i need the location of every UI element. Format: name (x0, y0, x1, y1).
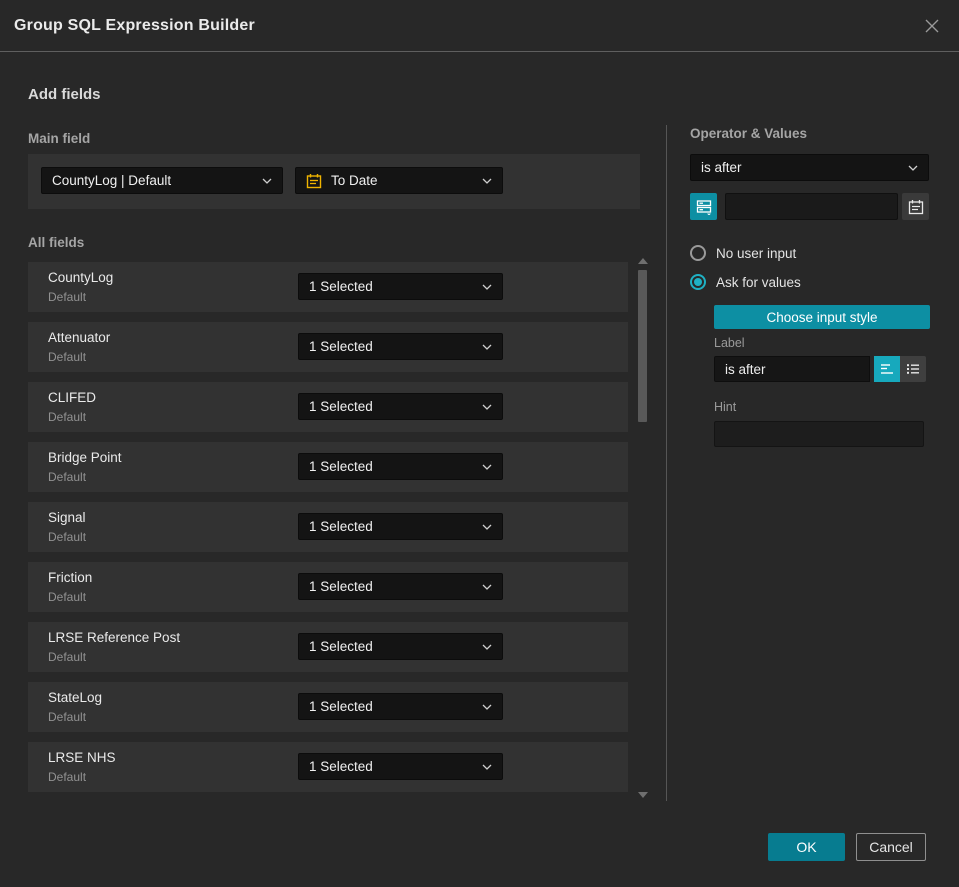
calendar-icon[interactable] (902, 193, 929, 220)
operator-values-label: Operator & Values (690, 126, 808, 141)
add-fields-heading: Add fields (28, 86, 101, 103)
dialog-title: Group SQL Expression Builder (14, 16, 255, 34)
scroll-up-icon[interactable] (638, 258, 648, 264)
chevron-down-icon (482, 524, 492, 530)
selected-count: 1 Selected (309, 639, 373, 654)
field-row-countylog: CountyLog Default 1 Selected (28, 262, 628, 312)
field-row-signal: Signal Default 1 Selected (28, 502, 628, 552)
all-fields-list: CountyLog Default 1 Selected Attenuator … (28, 262, 628, 802)
chevron-down-icon (908, 165, 918, 171)
selected-count: 1 Selected (309, 399, 373, 414)
chevron-down-icon (482, 764, 492, 770)
ok-button[interactable]: OK (768, 833, 845, 861)
selected-count: 1 Selected (309, 579, 373, 594)
dialog-titlebar: Group SQL Expression Builder (0, 0, 959, 52)
radio-icon (690, 245, 706, 261)
main-field-select[interactable]: CountyLog | Default (41, 167, 283, 194)
chevron-down-icon (482, 284, 492, 290)
main-field-select-value: CountyLog | Default (52, 173, 172, 188)
operator-select[interactable]: is after (690, 154, 929, 181)
field-row-bridge-point: Bridge Point Default 1 Selected (28, 442, 628, 492)
group-sql-expression-builder-dialog: Group SQL Expression Builder Add fields … (0, 0, 959, 887)
choose-input-style-button[interactable]: Choose input style (714, 305, 930, 329)
scrollbar-thumb[interactable] (638, 270, 647, 422)
chevron-down-icon (482, 178, 492, 184)
radio-selected-icon (690, 274, 706, 290)
label-input[interactable] (714, 356, 870, 382)
field-row-friction: Friction Default 1 Selected (28, 562, 628, 612)
radio-no-user-input-label: No user input (716, 245, 797, 261)
cancel-button[interactable]: Cancel (856, 833, 926, 861)
field-selected-dropdown[interactable]: 1 Selected (298, 453, 503, 480)
radio-no-user-input[interactable]: No user input (690, 245, 796, 261)
field-selected-dropdown[interactable]: 1 Selected (298, 513, 503, 540)
selected-count: 1 Selected (309, 459, 373, 474)
chevron-down-icon (482, 704, 492, 710)
field-selected-dropdown[interactable]: 1 Selected (298, 573, 503, 600)
main-field-panel: CountyLog | Default To Date (28, 154, 640, 209)
scroll-down-icon[interactable] (638, 792, 648, 798)
field-row-clifed: CLIFED Default 1 Selected (28, 382, 628, 432)
radio-ask-for-values-label: Ask for values (716, 274, 801, 290)
close-icon[interactable] (921, 15, 943, 37)
field-selected-dropdown[interactable]: 1 Selected (298, 693, 503, 720)
main-field-date-value: To Date (331, 173, 378, 188)
value-entry-row (690, 193, 929, 220)
chevron-down-icon (482, 584, 492, 590)
all-fields-label: All fields (28, 235, 85, 250)
fields-list-scrollbar[interactable] (634, 256, 652, 800)
chevron-down-icon (262, 178, 272, 184)
selected-count: 1 Selected (309, 519, 373, 534)
hint-input[interactable] (714, 421, 924, 447)
unique-values-icon[interactable] (690, 193, 717, 220)
hint-field-title: Hint (714, 400, 737, 414)
selected-count: 1 Selected (309, 279, 373, 294)
operator-select-value: is after (701, 160, 742, 175)
selected-count: 1 Selected (309, 759, 373, 774)
panel-divider (666, 125, 667, 801)
field-row-statelog: StateLog Default 1 Selected (28, 682, 628, 732)
calendar-icon (306, 173, 322, 189)
chevron-down-icon (482, 344, 492, 350)
field-selected-dropdown[interactable]: 1 Selected (298, 333, 503, 360)
selected-count: 1 Selected (309, 339, 373, 354)
chevron-down-icon (482, 404, 492, 410)
field-selected-dropdown[interactable]: 1 Selected (298, 273, 503, 300)
field-selected-dropdown[interactable]: 1 Selected (298, 633, 503, 660)
field-row-lrse-nhs: LRSE NHS Default 1 Selected (28, 742, 628, 792)
value-input[interactable] (725, 193, 898, 220)
single-line-input-icon[interactable] (874, 356, 900, 382)
selected-count: 1 Selected (309, 699, 373, 714)
chevron-down-icon (482, 464, 492, 470)
field-row-attenuator: Attenuator Default 1 Selected (28, 322, 628, 372)
field-selected-dropdown[interactable]: 1 Selected (298, 753, 503, 780)
field-selected-dropdown[interactable]: 1 Selected (298, 393, 503, 420)
radio-ask-for-values[interactable]: Ask for values (690, 274, 801, 290)
list-values-icon[interactable] (900, 356, 926, 382)
main-field-label: Main field (28, 131, 91, 146)
chevron-down-icon (482, 644, 492, 650)
label-field-title: Label (714, 336, 745, 350)
main-field-date-select[interactable]: To Date (295, 167, 503, 194)
field-row-lrse-reference-post: LRSE Reference Post Default 1 Selected (28, 622, 628, 672)
